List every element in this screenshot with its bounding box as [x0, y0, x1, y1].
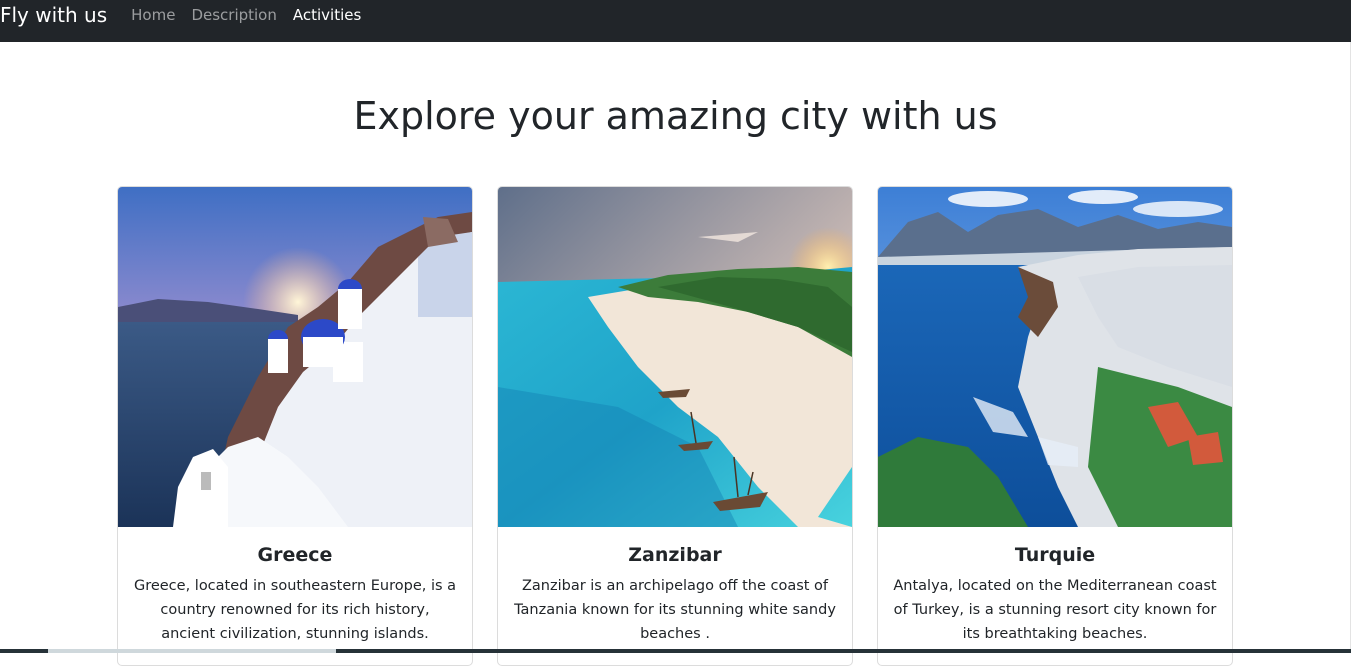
card-text-turquie: Antalya, located on the Mediterranean co…	[892, 574, 1218, 646]
nav-link-activities[interactable]: Activities	[293, 6, 361, 24]
brand-link[interactable]: Fly with us	[0, 0, 107, 30]
card-title-turquie: Turquie	[892, 542, 1218, 568]
card-turquie[interactable]: Turquie Antalya, located on the Mediterr…	[877, 186, 1233, 666]
nav-link-home[interactable]: Home	[131, 6, 175, 24]
card-zanzibar[interactable]: Zanzibar Zanzibar is an archipelago off …	[497, 186, 853, 666]
card-title-greece: Greece	[132, 542, 458, 568]
card-greece[interactable]: Greece Greece, located in southeastern E…	[117, 186, 473, 666]
card-title-zanzibar: Zanzibar	[512, 542, 838, 568]
nav-link-description[interactable]: Description	[191, 6, 276, 24]
zanzibar-image	[498, 187, 852, 527]
page-title: Explore your amazing city with us	[0, 92, 1351, 140]
greece-image	[118, 187, 472, 527]
card-text-greece: Greece, located in southeastern Europe, …	[132, 574, 458, 646]
horizontal-scrollbar[interactable]	[0, 649, 1351, 653]
top-navbar: Fly with us Home Description Activities	[0, 0, 1351, 42]
scrollbar-thumb[interactable]	[48, 649, 336, 653]
turquie-image	[878, 187, 1232, 527]
card-text-zanzibar: Zanzibar is an archipelago off the coast…	[512, 574, 838, 646]
